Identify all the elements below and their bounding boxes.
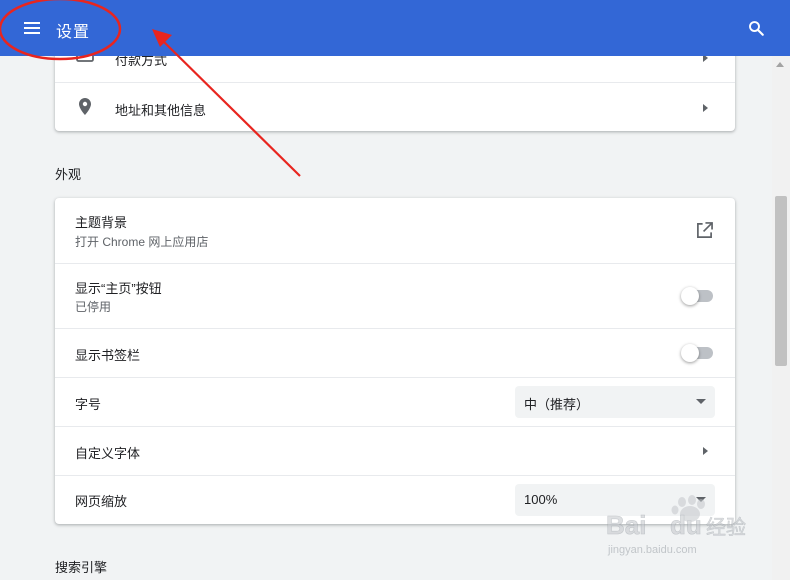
home-button-label: 显示“主页”按钮 bbox=[75, 281, 162, 296]
theme-sublabel: 打开 Chrome 网上应用店 bbox=[75, 235, 209, 249]
page-zoom-row: 网页缩放 100% bbox=[55, 475, 735, 524]
watermark-url: jingyan.baidu.com bbox=[608, 544, 697, 556]
font-size-value: 中（推荐） bbox=[524, 397, 590, 412]
bookmarks-bar-label: 显示书签栏 bbox=[75, 348, 141, 363]
main-menu-button[interactable] bbox=[18, 14, 46, 42]
search-icon bbox=[749, 21, 764, 36]
home-button-toggle[interactable] bbox=[681, 287, 713, 305]
chevron-right-icon bbox=[703, 447, 708, 455]
top-toolbar: 设置 bbox=[0, 0, 790, 56]
font-size-label: 字号 bbox=[75, 397, 102, 412]
dropdown-arrow-icon bbox=[696, 399, 706, 404]
custom-fonts-label: 自定义字体 bbox=[75, 446, 141, 461]
location-pin-icon bbox=[79, 98, 91, 115]
search-settings-button[interactable] bbox=[744, 16, 768, 40]
home-button-row[interactable]: 显示“主页”按钮 已停用 bbox=[55, 263, 735, 328]
page-zoom-value: 100% bbox=[524, 492, 558, 507]
appearance-card: 主题背景 打开 Chrome 网上应用店 显示“主页”按钮 已停用 显示书签栏 … bbox=[55, 198, 735, 524]
bookmarks-bar-row[interactable]: 显示书签栏 bbox=[55, 328, 735, 377]
chevron-right-icon bbox=[703, 104, 708, 112]
page-zoom-select[interactable]: 100% bbox=[515, 484, 715, 516]
hamburger-menu-icon bbox=[24, 22, 40, 34]
addresses-label: 地址和其他信息 bbox=[115, 103, 207, 118]
font-size-row: 字号 中（推荐） bbox=[55, 377, 735, 426]
custom-fonts-row[interactable]: 自定义字体 bbox=[55, 426, 735, 475]
font-size-select[interactable]: 中（推荐） bbox=[515, 386, 715, 418]
search-engine-section-title: 搜索引擎 bbox=[55, 560, 108, 575]
page-zoom-label: 网页缩放 bbox=[75, 494, 128, 509]
scrollbar-thumb[interactable] bbox=[775, 196, 787, 366]
home-button-sublabel: 已停用 bbox=[75, 300, 112, 314]
page-title: 设置 bbox=[56, 24, 91, 41]
theme-label: 主题背景 bbox=[75, 215, 128, 230]
open-in-new-icon[interactable] bbox=[696, 222, 713, 239]
toggle-knob bbox=[681, 287, 699, 305]
toggle-knob bbox=[681, 344, 699, 362]
addresses-row[interactable]: 地址和其他信息 bbox=[55, 82, 735, 131]
theme-row[interactable]: 主题背景 打开 Chrome 网上应用店 bbox=[55, 198, 735, 263]
bookmarks-bar-toggle[interactable] bbox=[681, 344, 713, 362]
dropdown-arrow-icon bbox=[696, 497, 706, 502]
scroll-up-arrow-icon[interactable] bbox=[776, 62, 784, 67]
appearance-section-title: 外观 bbox=[55, 167, 82, 182]
